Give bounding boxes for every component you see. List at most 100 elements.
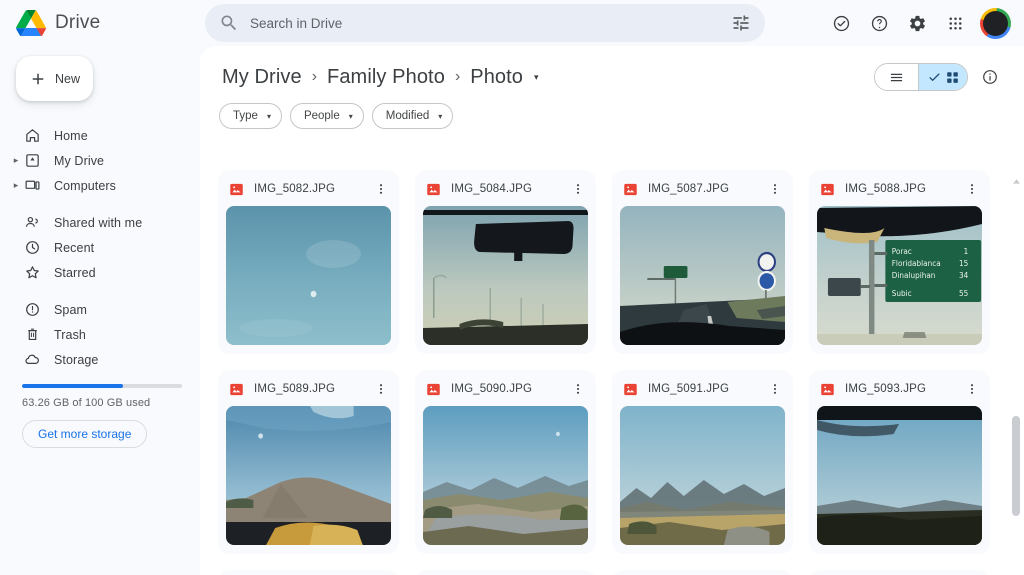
file-thumbnail [817,406,982,545]
file-more-options-button[interactable] [766,180,784,198]
new-button-label: New [54,71,80,86]
sidebar-item-trash[interactable]: ▸ Trash [0,322,186,347]
file-card[interactable]: IMG_5091.JPG [612,370,793,554]
chevron-down-icon[interactable]: ▾ [534,72,539,83]
sidebar-item-label: Spam [54,302,88,317]
file-more-options-button[interactable] [372,380,390,398]
brand-name: Drive [55,12,101,33]
breadcrumb-item-my-drive[interactable]: My Drive [218,64,306,91]
sidebar-item-home[interactable]: ▸ Home [0,123,186,148]
sidebar-item-spam[interactable]: ▸ Spam [0,297,186,322]
sidebar-group-system: ▸ Spam ▸ Trash ▸ [0,297,200,372]
file-card[interactable]: IMG_5082.JPG [218,170,399,354]
trash-icon [22,325,42,345]
sidebar-item-storage[interactable]: ▸ Storage [0,347,186,372]
file-card[interactable]: IMG_5101.JPG [415,570,596,575]
file-card[interactable]: IMG_5090.JPG [415,370,596,554]
file-card-header: IMG_5089.JPG [226,378,391,400]
more-vert-icon [773,384,777,394]
topbar-actions [824,6,1024,40]
help-circle-icon [871,15,887,31]
file-more-options-button[interactable] [963,380,981,398]
grid-view-button[interactable] [919,64,967,90]
settings-button[interactable] [900,6,934,40]
svg-text:34: 34 [959,271,968,280]
help-button[interactable] [862,6,896,40]
view-controls [874,63,1004,91]
svg-text:Subic: Subic [892,289,912,298]
more-vert-icon [970,384,974,394]
sidebar-item-shared-with-me[interactable]: ▸ Shared with me [0,210,186,235]
file-grid-scroll[interactable]: IMG_5082.JPG IMG_5084.JPG IMG_5087.JPG I… [200,170,1024,575]
svg-text:Dinalupihan: Dinalupihan [892,271,936,280]
file-card-header: IMG_5087.JPG [620,178,785,200]
expand-caret[interactable]: ▸ [10,156,22,165]
tune-icon[interactable] [731,13,751,33]
breadcrumb-separator: › [311,68,318,85]
activity-button[interactable] [824,6,858,40]
details-button[interactable] [976,63,1004,91]
filter-chip-type[interactable]: Type ▾ [219,103,282,129]
file-card[interactable]: IMG_5104.JPG [809,570,990,575]
brand[interactable]: Drive [0,10,200,36]
apps-grid-icon [948,16,962,30]
file-card[interactable]: IMG_5084.JPG [415,170,596,354]
file-name: IMG_5091.JPG [648,383,730,395]
search-box[interactable] [205,4,765,42]
breadcrumb-item-photo[interactable]: Photo [466,64,527,91]
image-file-icon [427,183,440,195]
info-icon [983,70,997,84]
new-button[interactable]: New [16,56,93,101]
file-card[interactable]: IMG_5096.JPG [218,570,399,575]
filter-chip-people[interactable]: People ▾ [289,103,364,129]
sidebar-item-my-drive[interactable]: ▸ My Drive [0,148,186,173]
file-card-header: IMG_5091.JPG [620,378,785,400]
get-more-storage-button[interactable]: Get more storage [22,419,148,448]
file-more-options-button[interactable] [963,180,981,198]
breadcrumb-item-family-photo[interactable]: Family Photo [323,64,449,91]
scrollbar-thumb[interactable] [1012,416,1020,516]
drive-logo-icon [16,10,46,36]
file-thumbnail [423,406,588,545]
more-vert-icon [576,384,580,394]
file-name: IMG_5084.JPG [451,183,533,195]
file-grid: IMG_5082.JPG IMG_5084.JPG IMG_5087.JPG I… [218,170,1006,575]
file-more-options-button[interactable] [372,180,390,198]
file-card[interactable]: IMG_5093.JPG [809,370,990,554]
sidebar: New ▸ Home ▸ My Drive [0,46,200,575]
filter-chip-modified[interactable]: Modified ▾ [371,103,454,129]
sidebar-item-label: Home [54,128,88,143]
list-view-button[interactable] [875,64,919,90]
file-card[interactable]: IMG_5103.JPG [612,570,793,575]
vertical-scrollbar[interactable] [1012,176,1021,575]
sidebar-item-label: Shared with me [54,215,143,230]
sidebar-item-computers[interactable]: ▸ Computers [0,173,186,198]
search-container [205,4,765,42]
search-input[interactable] [250,15,731,31]
scroll-up-arrow[interactable] [1012,176,1021,186]
file-card[interactable]: IMG_5089.JPG [218,370,399,554]
expand-caret[interactable]: ▸ [10,181,22,190]
more-vert-icon [773,184,777,194]
sidebar-item-starred[interactable]: ▸ Starred [0,260,186,285]
image-file-icon [624,183,637,195]
apps-button[interactable] [938,6,972,40]
svg-text:1: 1 [964,247,969,256]
sidebar-item-label: Trash [54,327,86,342]
file-more-options-button[interactable] [569,380,587,398]
avatar[interactable] [980,7,1011,39]
sidebar-item-label: Computers [54,178,117,193]
file-card[interactable]: IMG_5088.JPG Porac 1 Floridablanca 15 Dina… [809,170,990,354]
image-file-icon [624,383,637,395]
sidebar-item-recent[interactable]: ▸ Recent [0,235,186,260]
computers-icon [22,176,42,196]
file-card[interactable]: IMG_5087.JPG [612,170,793,354]
file-card-header: IMG_5088.JPG [817,178,982,200]
more-vert-icon [576,184,580,194]
file-more-options-button[interactable] [569,180,587,198]
svg-text:15: 15 [959,259,968,268]
home-icon [22,126,42,146]
file-thumbnail [620,206,785,345]
file-more-options-button[interactable] [766,380,784,398]
filter-chip-label: Type [233,110,258,122]
